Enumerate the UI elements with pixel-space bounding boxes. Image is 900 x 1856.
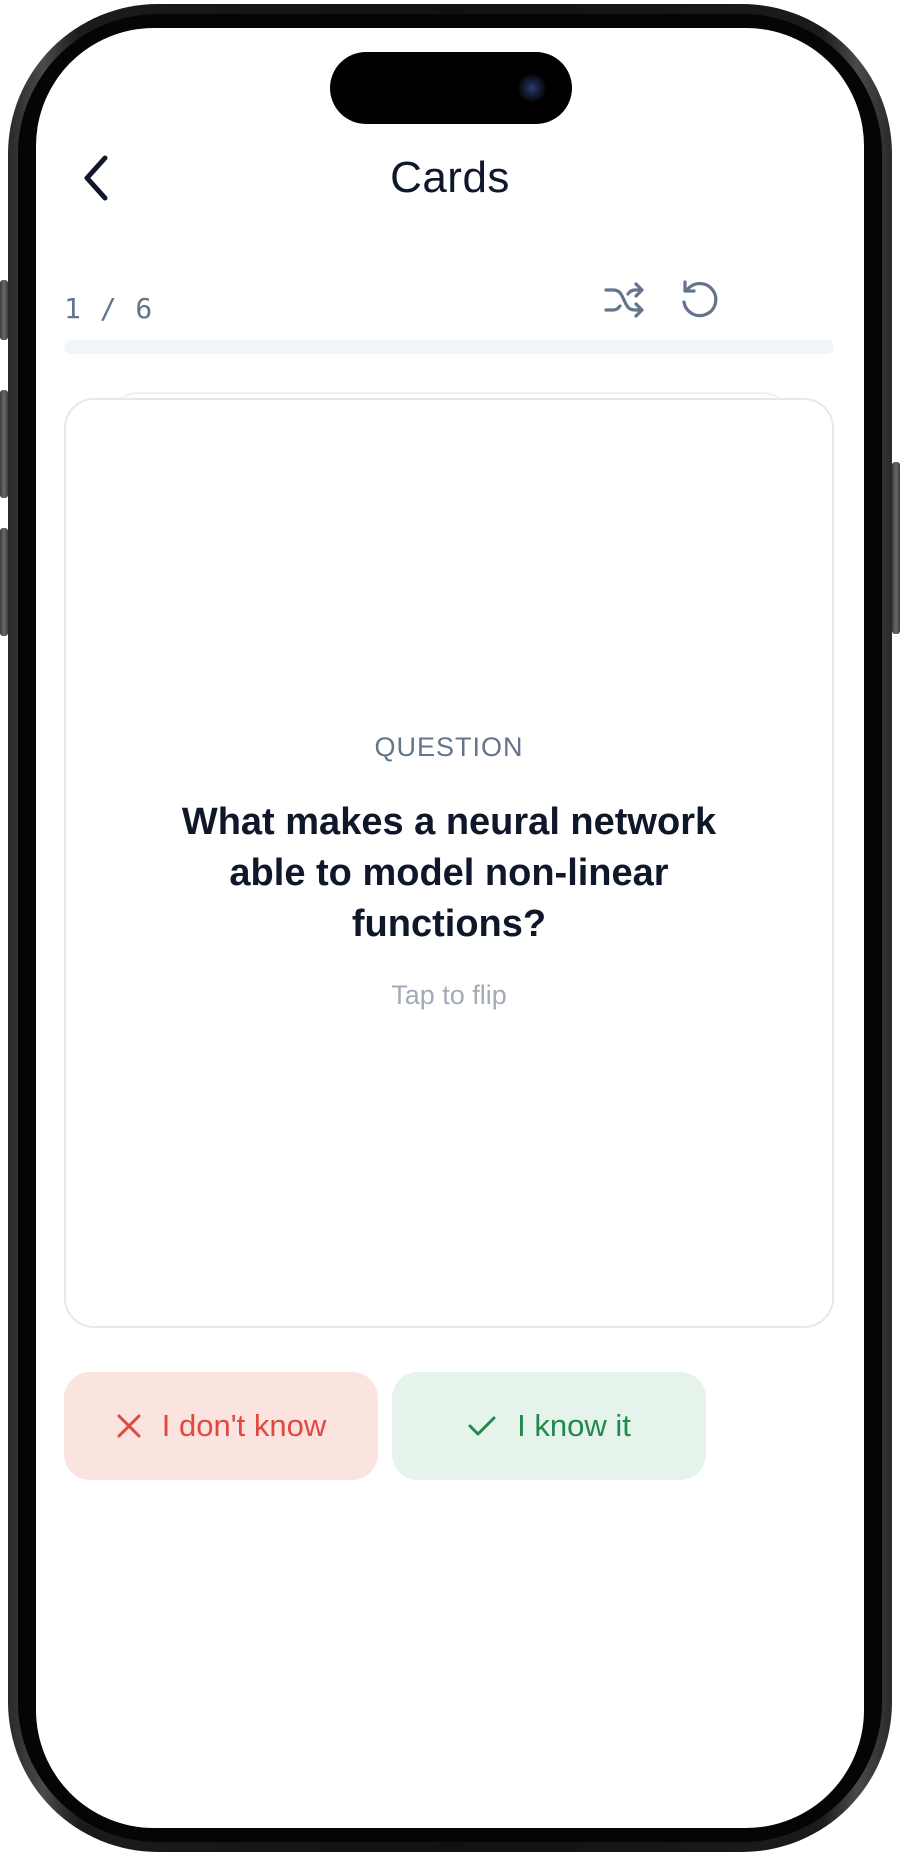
- shuffle-button[interactable]: [596, 272, 652, 328]
- progress-bar: [64, 340, 834, 354]
- know-it-label: I know it: [517, 1408, 631, 1443]
- card-question: What makes a neural network able to mode…: [181, 801, 717, 945]
- flip-hint: Tap to flip: [391, 980, 507, 1010]
- page-title: Cards: [390, 153, 510, 202]
- flashcard[interactable]: QUESTION What makes a neural network abl…: [64, 398, 834, 1328]
- side-button-power: [892, 462, 900, 634]
- x-icon: [117, 1414, 141, 1438]
- camera-icon: [518, 74, 546, 102]
- screen: Cards 1 / 6 QUESTION What makes a neural…: [36, 28, 864, 1828]
- dynamic-island: [330, 52, 572, 124]
- know-it-button[interactable]: I know it: [392, 1372, 706, 1480]
- shuffle-icon: [604, 282, 644, 318]
- check-icon: [468, 1416, 496, 1436]
- card-counter: 1 / 6: [64, 292, 154, 325]
- header: Cards: [36, 138, 864, 218]
- card-side-label: QUESTION: [374, 732, 524, 762]
- dont-know-label: I don't know: [161, 1408, 327, 1443]
- dont-know-button[interactable]: I don't know: [64, 1372, 378, 1480]
- side-button-volume-up: [0, 390, 8, 498]
- side-button-volume-down: [0, 528, 8, 636]
- reset-button[interactable]: [672, 272, 728, 328]
- rotate-ccw-icon: [682, 280, 718, 318]
- flashcard-content: QUESTION What makes a neural network abl…: [66, 732, 832, 1011]
- side-button-action: [0, 280, 8, 340]
